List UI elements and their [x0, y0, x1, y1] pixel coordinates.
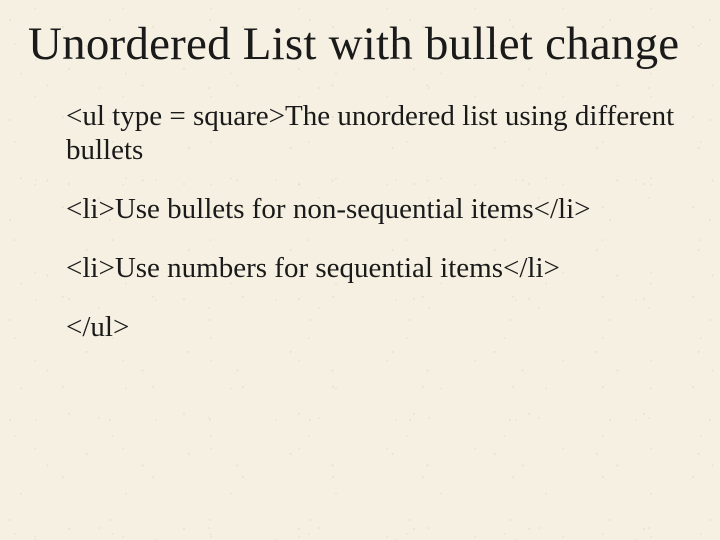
code-line: </ul>: [66, 310, 692, 345]
code-line: <li>Use bullets for non-sequential items…: [66, 192, 692, 227]
slide-title: Unordered List with bullet change: [28, 18, 692, 71]
code-line: <li>Use numbers for sequential items</li…: [66, 251, 692, 286]
code-line: <ul type = square>The unordered list usi…: [66, 99, 692, 169]
slide-body: <ul type = square>The unordered list usi…: [28, 99, 692, 345]
